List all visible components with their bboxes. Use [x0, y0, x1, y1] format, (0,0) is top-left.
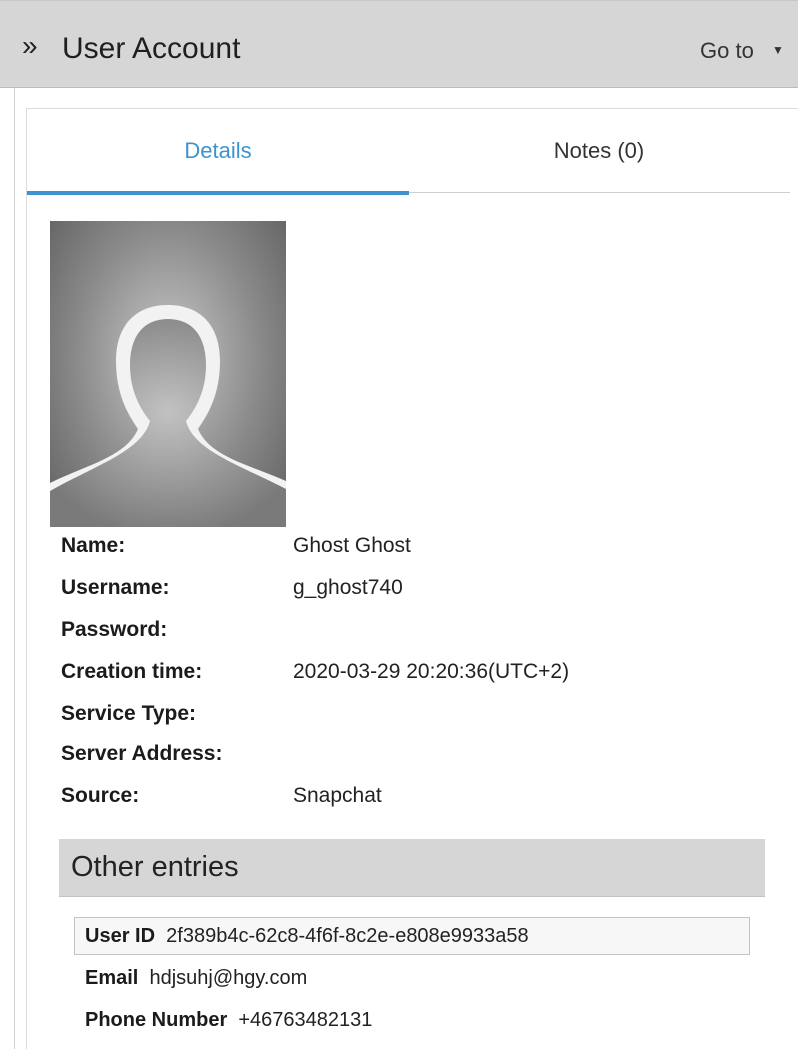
- entry-value: hdjsuhj@hgy.com: [149, 967, 308, 989]
- field-value: Ghost Ghost: [293, 534, 411, 557]
- page-header: » User Account Go to ▼: [0, 0, 798, 88]
- caret-down-icon[interactable]: ▼: [772, 42, 784, 58]
- tab-bar: Details Notes (0): [27, 109, 798, 195]
- tab-details[interactable]: Details: [27, 109, 409, 193]
- avatar: [50, 221, 286, 527]
- entry-label: User ID: [85, 925, 156, 947]
- entry-user-id: User ID 2f389b4c-62c8-4f6f-8c2e-e808e993…: [85, 922, 529, 950]
- entry-phone-number: Phone Number +46763482131: [85, 1006, 372, 1034]
- content-panel: Details Notes (0) Name: Ghost Ghost User…: [14, 88, 798, 1049]
- field-label: Name:: [61, 534, 126, 557]
- details-card: Details Notes (0) Name: Ghost Ghost User…: [26, 108, 798, 1049]
- other-entries-title: Other entries: [71, 851, 239, 883]
- field-label: Username:: [61, 576, 170, 599]
- field-label: Password:: [61, 618, 168, 641]
- entry-value: +46763482131: [238, 1009, 373, 1031]
- entry-email: Email hdjsuhj@hgy.com: [85, 964, 307, 992]
- entry-value: 2f389b4c-62c8-4f6f-8c2e-e808e9933a58: [166, 925, 529, 947]
- field-label: Service Type:: [61, 702, 197, 725]
- entry-label: Phone Number: [85, 1009, 228, 1031]
- tab-notes[interactable]: Notes (0): [409, 109, 789, 193]
- goto-menu-button[interactable]: Go to: [700, 37, 754, 65]
- entry-label: Email: [85, 967, 139, 989]
- other-entries-header: Other entries: [59, 839, 765, 897]
- field-value: Snapchat: [293, 784, 382, 807]
- field-value: g_ghost740: [293, 576, 403, 599]
- field-value: 2020-03-29 20:20:36(UTC+2): [293, 660, 570, 683]
- tab-active-indicator: [27, 191, 409, 195]
- page-title: User Account: [62, 32, 241, 65]
- chevron-double-right-icon: »: [22, 30, 38, 61]
- field-label: Source:: [61, 784, 140, 807]
- person-placeholder-icon: [50, 305, 286, 527]
- field-label: Server Address:: [61, 742, 223, 765]
- field-label: Creation time:: [61, 660, 203, 683]
